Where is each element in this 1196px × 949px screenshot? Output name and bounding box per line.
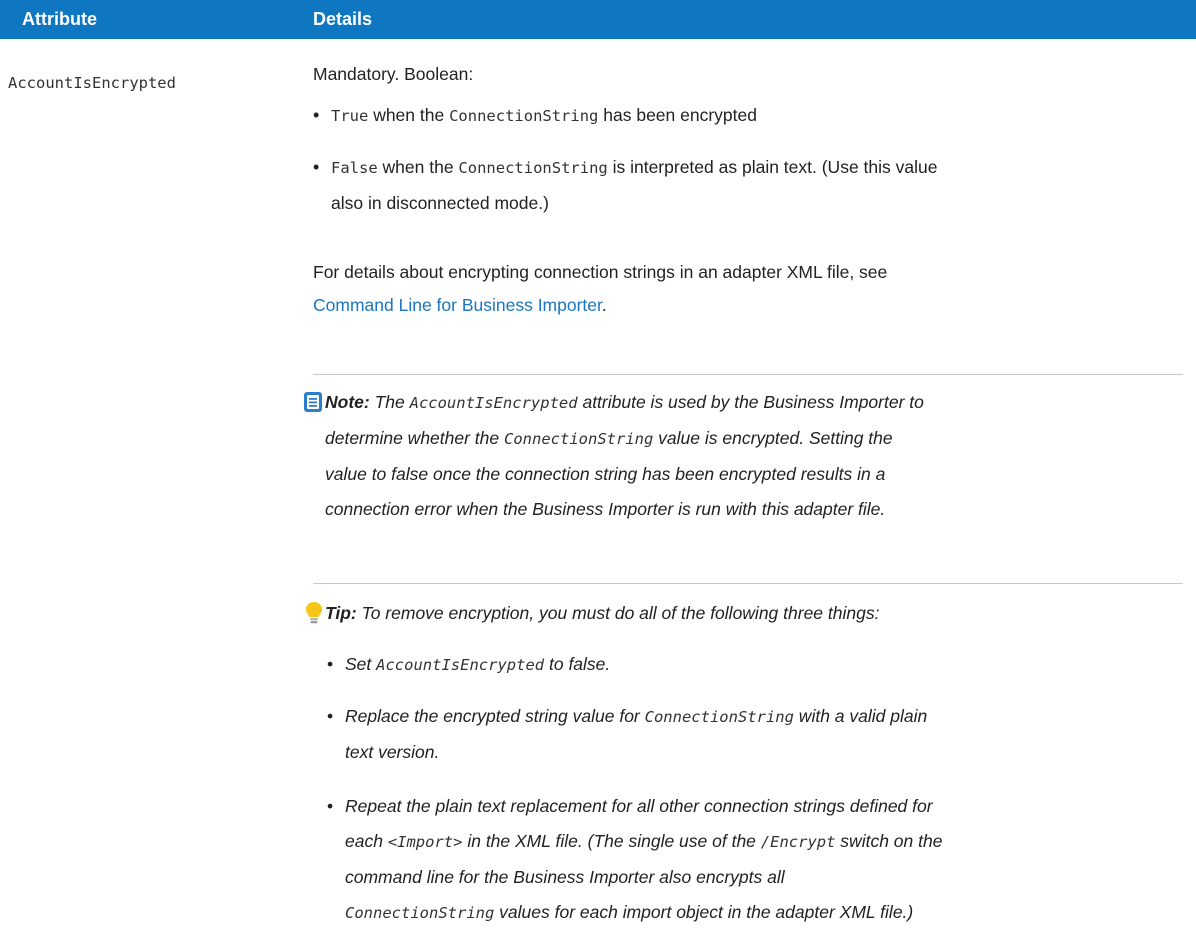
column-header-attribute: Attribute	[22, 9, 97, 29]
note-divider	[313, 374, 1183, 375]
command-line-link[interactable]: Command Line for Business Importer	[313, 295, 602, 315]
list-item: • True when the ConnectionString has bee…	[313, 105, 757, 125]
tip-callout: Tip: To remove encryption, you must do a…	[325, 603, 880, 623]
attribute-name: AccountIsEncrypted	[8, 74, 176, 92]
note-callout: Note: The AccountIsEncrypted attribute i…	[325, 392, 924, 519]
intro-text: Mandatory. Boolean:	[313, 64, 474, 84]
list-item: • Replace the encrypted string value for…	[327, 706, 928, 762]
tip-divider	[313, 583, 1183, 584]
list-item: • False when the ConnectionString is int…	[313, 157, 938, 213]
list-item: • Set AccountIsEncrypted to false.	[327, 654, 611, 674]
column-header-details: Details	[313, 9, 373, 29]
table-header: Attribute Details	[0, 0, 1196, 39]
list-item: • Repeat the plain text replacement for …	[327, 796, 943, 922]
details-paragraph: For details about encrypting connection …	[313, 262, 888, 315]
